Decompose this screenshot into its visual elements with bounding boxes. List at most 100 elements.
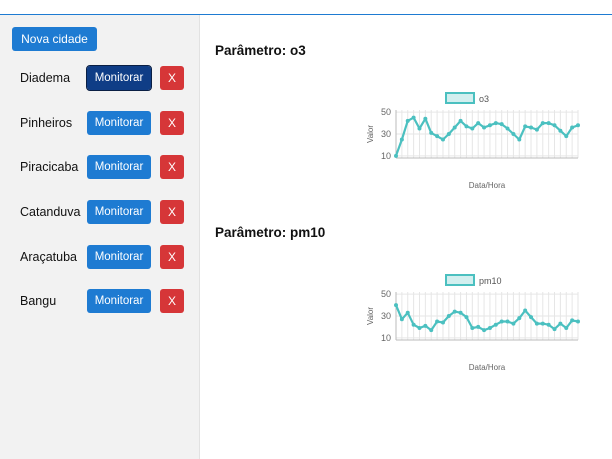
city-row-piracicaba: Piracicaba Monitorar X [0, 155, 200, 179]
data-point [552, 123, 557, 128]
remove-city-button[interactable]: X [160, 289, 184, 313]
data-point [470, 326, 475, 330]
parameter-title-o3: Parâmetro: o3 [215, 43, 306, 58]
data-point [435, 319, 440, 324]
remove-city-button[interactable]: X [160, 66, 184, 90]
data-point [464, 315, 469, 320]
data-point [423, 323, 428, 328]
data-point [464, 124, 469, 129]
new-city-button[interactable]: Nova cidade [12, 27, 97, 51]
data-point [411, 115, 416, 120]
data-point [511, 321, 516, 326]
data-point [405, 310, 410, 315]
city-name: Araçatuba [20, 250, 77, 264]
data-point [564, 326, 569, 330]
data-point [523, 124, 528, 129]
data-point [417, 126, 422, 131]
data-point [505, 319, 510, 324]
data-point [558, 321, 563, 326]
y-axis-label: Valor [366, 125, 375, 143]
data-point [499, 122, 504, 127]
data-point [546, 121, 551, 126]
data-point [517, 316, 522, 321]
data-point [523, 308, 528, 313]
data-point [429, 130, 434, 135]
data-point [576, 319, 580, 324]
data-point [564, 134, 569, 139]
legend-swatch [445, 92, 475, 104]
data-point [411, 322, 416, 327]
legend-swatch [445, 274, 475, 286]
data-point [417, 326, 422, 330]
data-point [446, 132, 451, 136]
data-point [440, 320, 445, 325]
y-tick-label: 50 [381, 289, 391, 299]
monitor-button[interactable]: Monitorar [87, 111, 151, 135]
legend-label: pm10 [479, 276, 502, 286]
data-point [487, 123, 492, 128]
data-point [499, 319, 504, 324]
x-axis-label: Data/Hora [469, 181, 506, 190]
city-row-aracatuba: Araçatuba Monitorar X [0, 245, 200, 269]
data-point [435, 134, 440, 139]
parameter-title-pm10: Parâmetro: pm10 [215, 225, 326, 240]
pm10-line-chart: 10 30 50 Valor Data/Hora pm10 [366, 274, 580, 372]
data-point [405, 118, 410, 123]
o3-line-chart: 10 30 50 Valor Data/Hora o3 [366, 92, 580, 190]
data-point [540, 121, 545, 126]
data-point [493, 322, 498, 327]
data-point [440, 137, 445, 142]
data-point [534, 127, 539, 132]
data-point [540, 321, 545, 326]
city-name: Pinheiros [20, 116, 73, 130]
data-point [423, 116, 428, 121]
city-row-catanduva: Catanduva Monitorar X [0, 200, 200, 224]
data-point [470, 126, 475, 131]
data-point [505, 126, 510, 131]
monitor-button[interactable]: Monitorar [87, 200, 151, 224]
city-name: Diadema [20, 71, 71, 85]
data-point [399, 317, 404, 322]
city-name: Catanduva [20, 205, 81, 219]
monitor-button[interactable]: Monitorar [87, 155, 151, 179]
monitor-button[interactable]: Monitorar [87, 245, 151, 269]
data-point [476, 324, 481, 329]
city-name: Bangu [20, 294, 57, 308]
data-point [399, 137, 404, 142]
data-point [529, 125, 534, 130]
data-point [458, 118, 463, 123]
legend-label: o3 [479, 94, 489, 104]
remove-city-button[interactable]: X [160, 200, 184, 224]
data-point [452, 309, 457, 314]
remove-city-button[interactable]: X [160, 111, 184, 135]
data-point [546, 322, 551, 327]
series-line [394, 304, 579, 332]
y-tick-label: 10 [381, 151, 391, 161]
data-point [534, 321, 539, 326]
data-point [576, 123, 580, 128]
city-row-pinheiros: Pinheiros Monitorar X [0, 111, 200, 135]
series-line [394, 116, 579, 157]
data-point [476, 121, 481, 126]
data-point [446, 314, 451, 318]
x-axis-label: Data/Hora [469, 363, 506, 372]
data-point [517, 137, 522, 142]
data-point [529, 315, 534, 320]
remove-city-button[interactable]: X [160, 245, 184, 269]
monitor-button[interactable]: Monitorar [86, 65, 152, 91]
city-name: Piracicaba [20, 160, 79, 174]
data-point [394, 153, 398, 158]
data-point [570, 318, 575, 323]
data-point [452, 125, 457, 130]
y-tick-label: 10 [381, 333, 391, 343]
data-point [570, 125, 575, 130]
remove-city-button[interactable]: X [160, 155, 184, 179]
city-row-diadema: Diadema Monitorar X [0, 65, 200, 91]
data-point [394, 303, 398, 308]
city-row-bangu: Bangu Monitorar X [0, 289, 200, 313]
data-point [493, 121, 498, 126]
monitor-button[interactable]: Monitorar [87, 289, 151, 313]
data-point [552, 327, 557, 332]
data-point [482, 328, 487, 333]
data-point [429, 328, 434, 333]
